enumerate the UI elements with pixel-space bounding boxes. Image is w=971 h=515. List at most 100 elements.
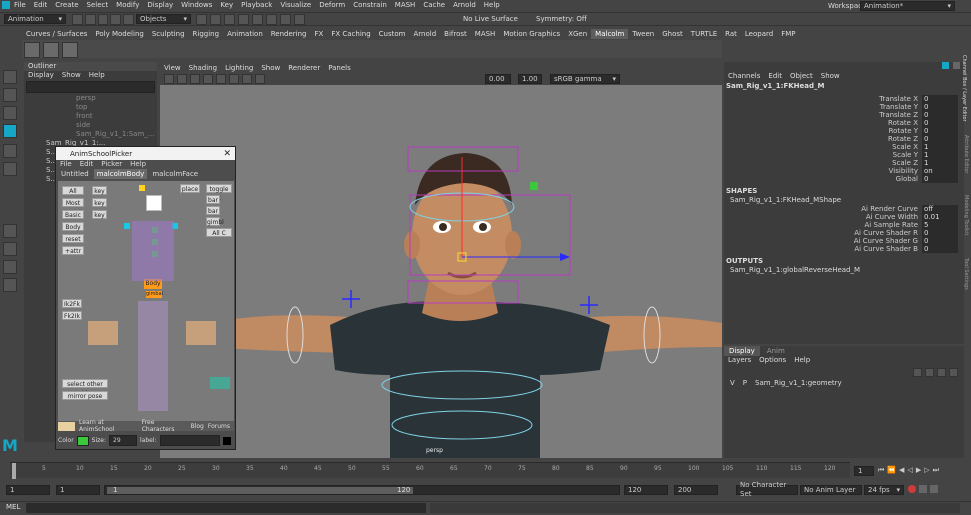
move-layer-down-icon[interactable] (925, 368, 934, 377)
shelf-tab-bifrost[interactable]: Bifrost (440, 29, 471, 39)
shelf-tab-rat[interactable]: Rat (721, 29, 741, 39)
picker-btn-bar[interactable]: bar (206, 195, 220, 204)
picker-btn-ik2fk[interactable]: Ik2Fk (62, 299, 82, 308)
layer-tab-display[interactable]: Display (724, 346, 760, 356)
range-slider-thumb[interactable] (107, 487, 413, 494)
shelf-tab-mash[interactable]: MASH (471, 29, 500, 39)
menu-help[interactable]: Help (484, 1, 500, 9)
channel-menu-show[interactable]: Show (821, 72, 840, 81)
save-scene-icon[interactable] (97, 14, 109, 25)
play-back-icon[interactable]: ◁ (907, 466, 912, 476)
shelf-tab-rigging[interactable]: Rigging (189, 29, 224, 39)
picker-gimbal-ctrl[interactable]: gimbal (146, 291, 163, 298)
textured-icon[interactable] (203, 73, 213, 84)
channel-row[interactable]: Translate X 0 (724, 95, 958, 103)
channel-value[interactable]: 1 (922, 151, 958, 159)
layer-menu-options[interactable]: Options (759, 356, 786, 365)
gamma-field[interactable]: 1.00 (518, 74, 542, 84)
channel-menu-object[interactable]: Object (790, 72, 813, 81)
snap-surface-icon[interactable] (294, 14, 305, 25)
channel-row[interactable]: Ai Curve Shader R 0 (724, 229, 958, 237)
exposure-field[interactable]: 0.00 (485, 74, 511, 84)
viewport-menu-panels[interactable]: Panels (328, 64, 351, 73)
menu-edit[interactable]: Edit (34, 1, 48, 9)
end-time-field[interactable]: 200 (674, 485, 718, 495)
shelf-tab-fx[interactable]: FX (311, 29, 328, 39)
label-field[interactable] (159, 435, 220, 446)
select-by-object-icon[interactable] (210, 14, 221, 25)
shelf-tab-fmp[interactable]: FMP (777, 29, 799, 39)
channel-row[interactable]: Ai Render Curve off (724, 205, 958, 213)
layout-two-icon[interactable] (3, 260, 17, 274)
new-scene-icon[interactable] (72, 14, 83, 25)
shape-node-name[interactable]: Sam_Rig_v1_1:FKHead_MShape (724, 196, 964, 205)
menu-key[interactable]: Key (220, 1, 233, 9)
color-swatch[interactable] (76, 435, 89, 446)
layout-single-icon[interactable] (3, 224, 17, 238)
menu-file[interactable]: File (14, 1, 26, 9)
go-start-icon[interactable]: ⏮ (878, 466, 884, 476)
pin-icon[interactable] (953, 62, 960, 69)
picker-menu-help[interactable]: Help (130, 160, 146, 169)
channel-value[interactable]: 0 (922, 95, 958, 103)
outliner-menu-show[interactable]: Show (62, 71, 81, 80)
redo-icon[interactable] (123, 14, 134, 25)
channel-menu-edit[interactable]: Edit (768, 72, 782, 81)
outliner-menu-display[interactable]: Display (28, 71, 54, 80)
picker-btn-bar[interactable]: bar (206, 206, 220, 215)
shelf-tab-xgen[interactable]: XGen (564, 29, 591, 39)
snap-view-icon[interactable] (280, 14, 291, 25)
channel-value[interactable]: 0 (922, 103, 958, 111)
picker-btn-key[interactable]: key (92, 198, 107, 207)
range-slider[interactable]: 1 120 (104, 485, 620, 495)
channel-value[interactable]: 0 (922, 127, 958, 135)
snap-curve-icon[interactable] (252, 14, 263, 25)
shelf-tool-icon[interactable] (62, 42, 78, 58)
picker-btn-all-c[interactable]: All C (206, 228, 232, 237)
footer-link-forums[interactable]: Forums (208, 423, 230, 430)
select-by-hierarchy-icon[interactable] (196, 14, 207, 25)
layout-icon[interactable] (942, 62, 949, 69)
channel-row[interactable]: Ai Sample Rate 5 (724, 221, 958, 229)
channel-value[interactable]: 0 (922, 119, 958, 127)
step-forward-icon[interactable]: ▷ (924, 466, 929, 476)
footer-link-blog[interactable]: Blog (191, 423, 204, 430)
picker-btn-fk2ik[interactable]: Fk2Ik (62, 311, 82, 320)
shelf-tab-turtle[interactable]: TURTLE (687, 29, 721, 39)
outliner-item[interactable]: top (24, 103, 157, 112)
shelf-tab-ghost[interactable]: Ghost (658, 29, 687, 39)
menu-mash[interactable]: MASH (395, 1, 416, 9)
current-frame-field[interactable]: 1 (854, 466, 874, 476)
picker-btn-most[interactable]: Most (62, 198, 84, 207)
footer-link-free-characters[interactable]: Free Characters (142, 419, 187, 433)
channel-value[interactable]: 1 (922, 143, 958, 151)
isolate-icon[interactable] (242, 73, 252, 84)
objects-dropdown[interactable]: Objects ▾ (136, 14, 191, 24)
channel-value[interactable]: 0 (922, 135, 958, 143)
rotate-tool-icon[interactable] (3, 144, 17, 158)
mel-label[interactable]: MEL (6, 503, 20, 511)
menu-constrain[interactable]: Constrain (353, 1, 387, 9)
paint-select-icon[interactable] (3, 106, 17, 120)
side-tab-attribute-editor[interactable]: Attribute Editor (963, 135, 969, 195)
select-tool-icon[interactable] (3, 70, 17, 84)
shelf-tab-fx-caching[interactable]: FX Caching (327, 29, 374, 39)
outliner-item[interactable]: persp (24, 94, 157, 103)
viewport-3d[interactable]: persp (160, 85, 722, 458)
viewport-menu-view[interactable]: View (164, 64, 181, 73)
channel-value[interactable]: 0 (922, 175, 958, 183)
open-scene-icon[interactable] (84, 14, 96, 25)
channel-row[interactable]: Rotate Z 0 (724, 135, 958, 143)
camera-icon[interactable] (164, 73, 174, 84)
channel-row[interactable]: Global 0 (724, 175, 958, 183)
playback-end-field[interactable]: 120 (624, 485, 668, 495)
picker-btn-place[interactable]: place (180, 184, 200, 193)
picker-btn-key[interactable]: key (92, 186, 107, 195)
menu-select[interactable]: Select (87, 1, 109, 9)
command-input[interactable] (26, 503, 426, 513)
picker-hand-right[interactable] (186, 321, 216, 345)
xray-icon[interactable] (255, 73, 265, 84)
live-surface-label[interactable]: No Live Surface (463, 15, 518, 23)
move-tool-icon[interactable] (3, 124, 17, 138)
picker-btn-basic[interactable]: Basic (62, 210, 84, 219)
